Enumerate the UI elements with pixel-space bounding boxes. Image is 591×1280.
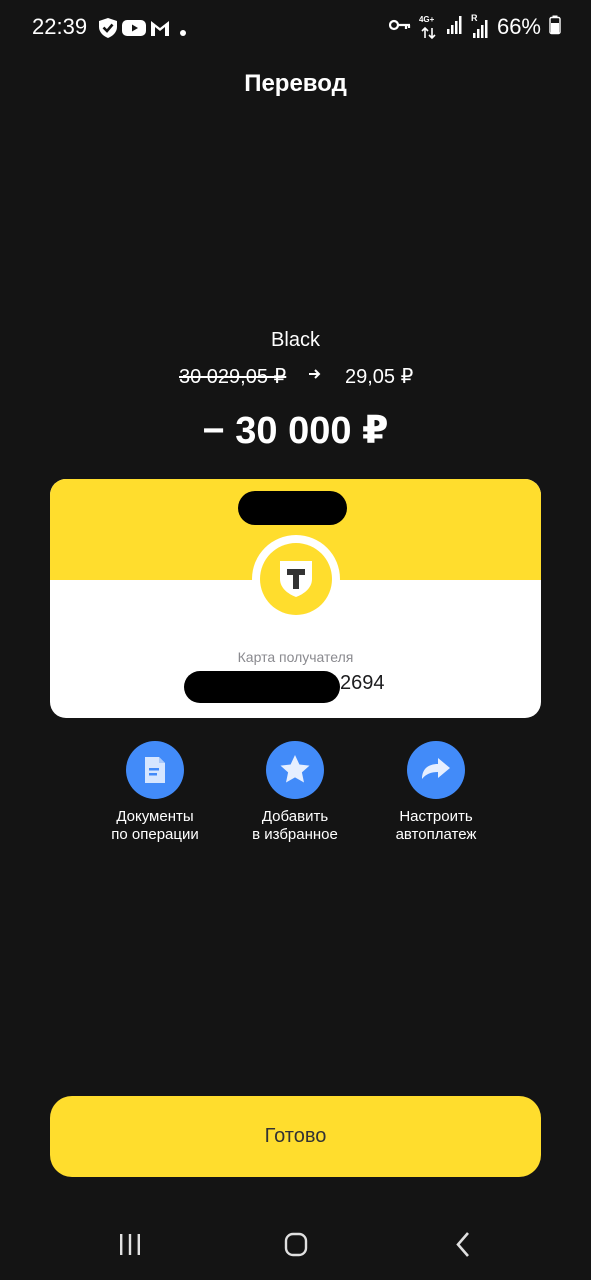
key-icon <box>388 18 411 37</box>
documents-action-label: Документы по операции <box>95 808 215 844</box>
documents-action-label-line2: по операции <box>111 826 199 843</box>
recipient-card: Карта получателя 2694 <box>50 479 541 718</box>
signal-roaming-icon: R <box>471 13 489 39</box>
add-favorite-action-label: Добавить в избранное <box>235 808 355 844</box>
add-favorite-action-button[interactable]: Добавить в избранное <box>235 741 355 844</box>
transfer-amount: − 30 000 ₽ <box>202 410 389 452</box>
screen: 22:39 4G+ R 66% Перевод Black 30 029,05 … <box>0 0 591 1280</box>
battery-percent: 66% <box>496 14 541 39</box>
status-bar: 22:39 4G+ R 66% <box>0 0 591 56</box>
card-number-suffix: 2694 <box>340 672 385 694</box>
documents-action-button[interactable]: Документы по операции <box>95 741 215 844</box>
page-title: Перевод <box>244 70 347 97</box>
add-favorite-action-label-line1: Добавить <box>261 808 329 825</box>
recent-apps-icon[interactable] <box>110 1225 170 1265</box>
back-icon[interactable] <box>445 1225 505 1265</box>
arrow-right-icon <box>307 366 323 387</box>
done-button[interactable]: Готово <box>50 1096 541 1177</box>
balance-change: 30 029,05 ₽ 29,05 ₽ <box>0 362 591 390</box>
account-name: Black <box>271 329 320 351</box>
balance-after: 29,05 ₽ <box>345 366 414 388</box>
document-icon <box>126 741 184 799</box>
data-arrows-icon: 4G+ <box>419 13 439 41</box>
status-time: 22:39 <box>32 14 88 39</box>
done-button-label: Готово <box>264 1125 327 1147</box>
share-arrow-icon <box>407 741 465 799</box>
autopayment-action-label-line2: автоплатеж <box>395 826 477 843</box>
status-right-group: 4G+ R 66% <box>388 12 561 42</box>
autopayment-action-label-line1: Настроить <box>399 808 473 825</box>
battery-icon <box>549 15 561 40</box>
star-icon <box>266 741 324 799</box>
shield-check-icon <box>97 17 119 44</box>
autopayment-action-label: Настроить автоплатеж <box>376 808 496 844</box>
youtube-icon <box>122 17 146 44</box>
home-icon[interactable] <box>276 1225 336 1265</box>
gmail-icon <box>149 17 171 44</box>
dot-icon <box>179 24 187 42</box>
documents-action-label-line1: Документы <box>116 808 194 825</box>
signal-icon <box>446 15 463 40</box>
autopayment-action-button[interactable]: Настроить автоплатеж <box>376 741 496 844</box>
network-label: 4G+ <box>418 15 435 24</box>
tinkoff-shield-icon <box>252 535 340 623</box>
redacted-card-number <box>184 671 340 703</box>
add-favorite-action-label-line2: в избранное <box>252 826 338 843</box>
balance-before: 30 029,05 ₽ <box>179 366 287 388</box>
redacted-recipient-name <box>238 491 347 525</box>
recipient-card-label: Карта получателя <box>237 649 354 665</box>
